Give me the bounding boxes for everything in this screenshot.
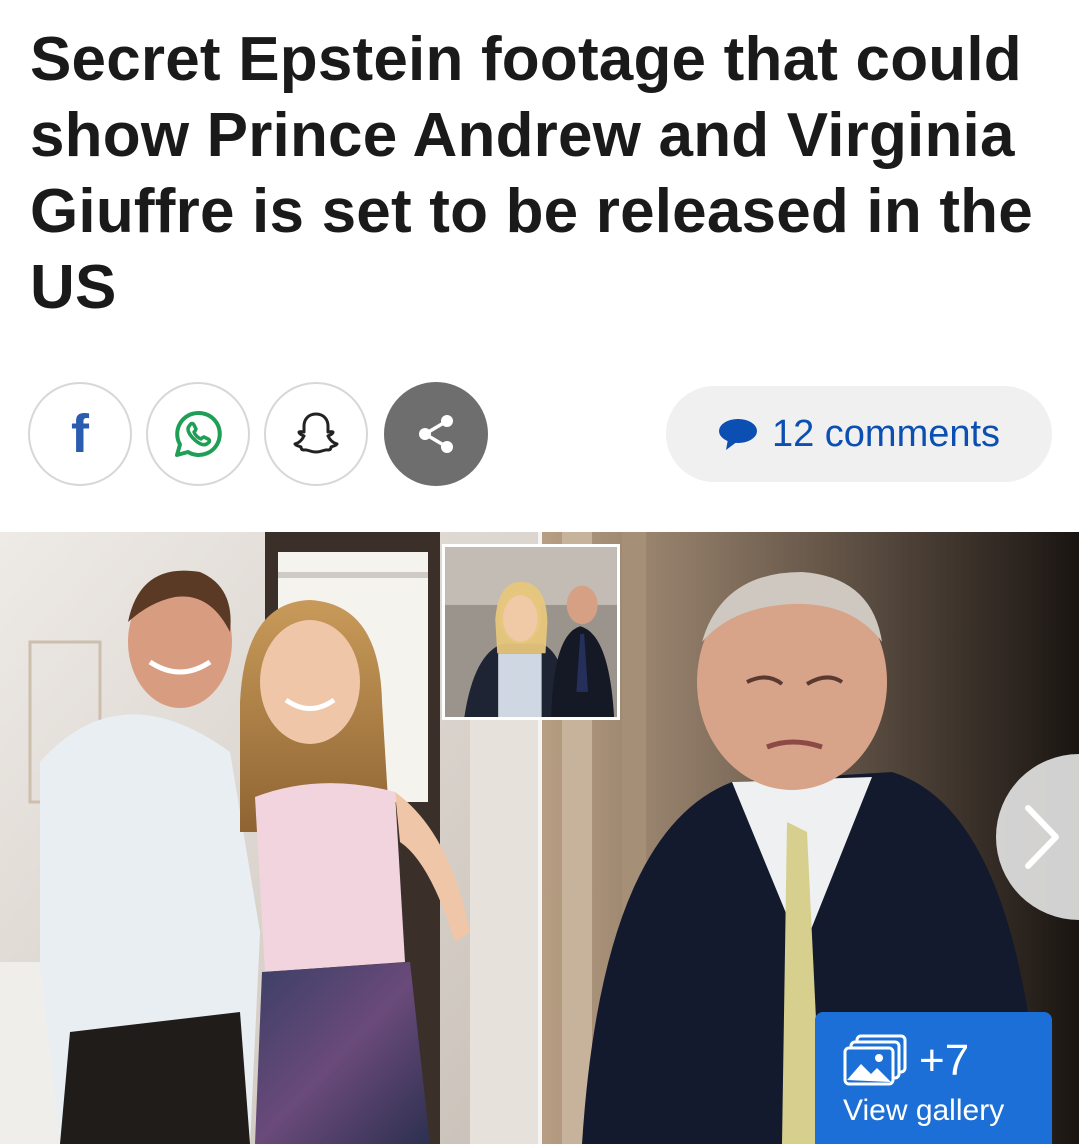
- gallery-icon: [843, 1034, 907, 1086]
- snapchat-icon: [293, 412, 339, 454]
- speech-bubble-icon: [718, 419, 757, 450]
- share-bar: f 12 comments: [28, 382, 1052, 486]
- gallery-label: View gallery: [843, 1094, 1005, 1127]
- view-gallery-button[interactable]: +7 View gallery: [815, 1012, 1052, 1144]
- snapchat-share-button[interactable]: [264, 382, 368, 486]
- facebook-share-button[interactable]: f: [28, 382, 132, 486]
- comments-button[interactable]: 12 comments: [666, 386, 1052, 482]
- whatsapp-icon: [175, 410, 222, 457]
- facebook-icon: f: [71, 404, 89, 464]
- article-headline: Secret Epstein footage that could show P…: [30, 25, 1033, 322]
- article-hero-image[interactable]: +7 View gallery: [0, 532, 1079, 1144]
- gallery-count: +7: [919, 1036, 970, 1085]
- share-icon: [419, 415, 453, 453]
- more-share-button[interactable]: [384, 382, 488, 486]
- inset-photo: [442, 544, 620, 720]
- whatsapp-share-button[interactable]: [146, 382, 250, 486]
- comments-label: 12 comments: [771, 412, 1001, 455]
- chevron-right-icon: [1025, 805, 1059, 869]
